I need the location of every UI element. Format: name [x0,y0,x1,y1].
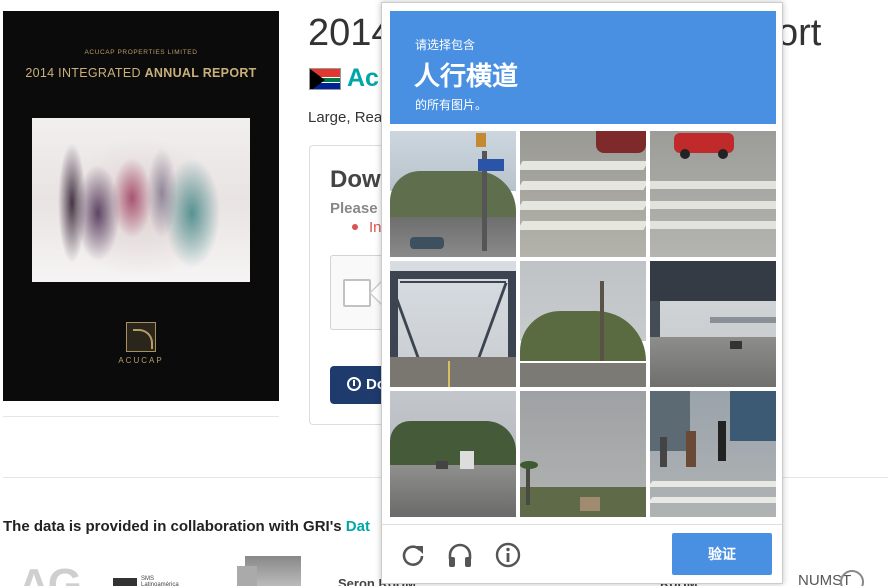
grid-tile-crosswalk-stripes-car[interactable] [520,131,646,257]
headphones-icon[interactable] [445,540,475,570]
acucap-logo-icon [126,322,156,352]
gri-attribution: The data is provided in collaboration wi… [3,518,370,535]
page-title: 2014 [308,12,393,54]
partner-logo-sms[interactable]: SMS Latinoamérica [113,576,193,586]
download-error: In [369,219,382,236]
cover-title-year: 2014 [25,66,55,80]
info-icon[interactable] [493,540,523,570]
challenge-instruction: 请选择包含 [415,38,476,52]
verify-button[interactable]: 验证 [672,533,772,575]
grid-tile-roadside-trees[interactable] [520,261,646,387]
cover-title-plain: INTEGRATED [58,66,141,80]
gri-data-link[interactable]: Dat [346,518,370,535]
download-instruction: Please [330,200,378,217]
cover-title-bold: ANNUAL REPORT [144,66,257,80]
error-bullet [352,224,358,230]
page-root: ACUCAP PROPERTIES LIMITED 2014 INTEGRATE… [0,0,888,586]
footer-divider [382,524,782,525]
grid-tile-road-with-palms[interactable] [520,391,646,517]
challenge-banner: 请选择包含 人行横道 的所有图片。 [390,11,776,124]
cover-title: 2014 INTEGRATED ANNUAL REPORT [3,66,279,80]
partner-logo-sms-text: SMS Latinoamérica [141,576,179,586]
reload-icon[interactable] [398,540,428,570]
report-cover-image[interactable]: ACUCAP PROPERTIES LIMITED 2014 INTEGRATE… [3,11,279,401]
grid-tile-highway-overpass[interactable] [650,261,776,387]
page-title-tail: ort [777,12,822,54]
cover-logo-text: ACUCAP [118,356,164,365]
grid-tile-highway-trucks[interactable] [390,391,516,517]
cover-artwork [32,118,250,282]
grid-tile-pedestrians-crosswalk[interactable] [650,391,776,517]
grid-tile-crosswalk-red-car[interactable] [650,131,776,257]
organization-link[interactable]: Ac [347,64,379,93]
divider [3,416,279,417]
grid-tile-intersection-sign-scene[interactable] [390,131,516,257]
cover-company: ACUCAP PROPERTIES LIMITED [84,49,198,56]
south-africa-flag-icon [309,68,341,90]
download-title: Dow [330,166,381,193]
partner-logo-gray[interactable] [237,556,301,586]
recaptcha-challenge-dialog: 请选择包含 人行横道 的所有图片。 验证 [381,2,783,584]
gri-text: The data is provided in collaboration wi… [3,518,342,535]
partner-logo-ag[interactable]: AG [18,560,82,586]
image-grid [390,131,776,517]
organization-subtext: Large, Rea [308,109,383,126]
grid-tile-steel-truss-bridge[interactable] [390,261,516,387]
challenge-target: 人行横道 [414,61,519,91]
download-icon [347,377,361,391]
challenge-suffix: 的所有图片。 [415,98,488,112]
recaptcha-checkbox[interactable] [343,279,371,307]
carousel-info-icon[interactable] [840,570,864,586]
